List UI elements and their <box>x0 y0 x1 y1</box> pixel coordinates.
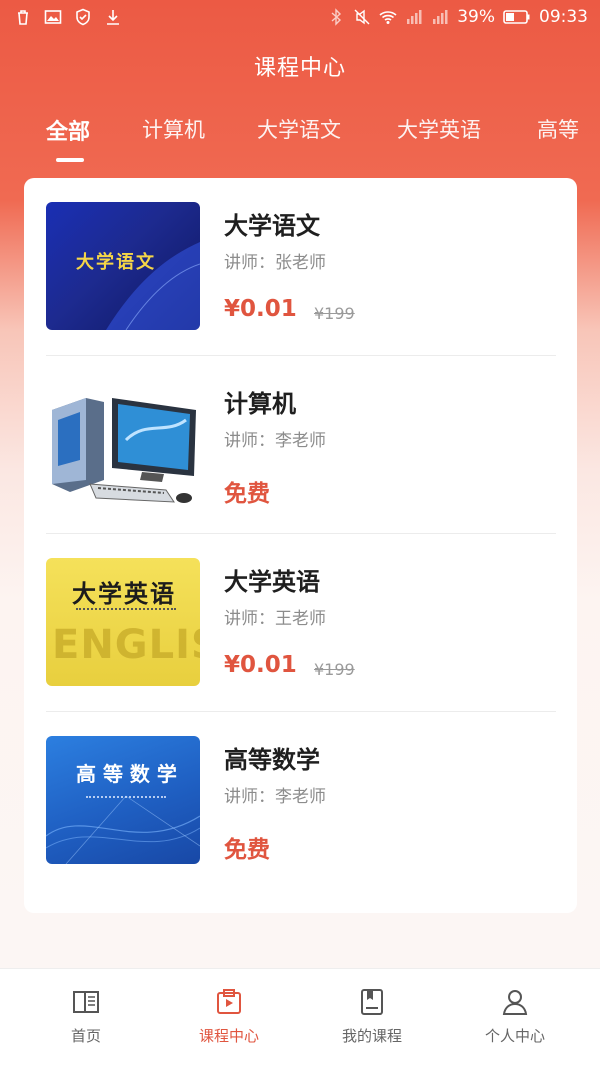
course-title: 高等数学 <box>224 746 320 774</box>
bluetooth-icon <box>327 8 345 26</box>
nav-item-profile[interactable]: 个人中心 <box>465 987 565 1046</box>
tab-advanced-math[interactable]: 高等 <box>537 114 579 144</box>
image-icon <box>44 8 62 26</box>
status-left-icons <box>14 8 122 26</box>
thumb-text: 高 等 数 学 <box>76 762 177 786</box>
signal-icon-2 <box>431 8 449 26</box>
nav-label: 课程中心 <box>198 1027 259 1045</box>
course-teacher: 讲师：李老师 <box>224 787 326 807</box>
trash-icon <box>14 8 32 26</box>
category-tabs: 全部 计算机 大学语文 大学英语 高等 <box>0 114 600 164</box>
signal-icon <box>405 8 423 26</box>
status-bar: 39% 09:33 <box>0 0 600 36</box>
course-price: 免费 <box>224 481 270 507</box>
bottom-nav: 首页 课程中心 我的课程 个人中心 <box>0 968 600 1067</box>
battery-icon <box>503 8 531 26</box>
course-title: 大学语文 <box>224 212 320 240</box>
wifi-icon <box>379 8 397 26</box>
course-item-college-english[interactable]: 大学英语 ENGLISH 大学英语 讲师：王老师 ¥0.01 ¥199 <box>46 534 556 712</box>
battery-percent: 39% <box>457 7 495 27</box>
course-thumbnail: 高 等 数 学 <box>46 736 200 864</box>
nav-item-home[interactable]: 首页 <box>36 987 136 1046</box>
clock-time: 09:33 <box>539 7 588 27</box>
person-icon <box>500 987 530 1017</box>
tab-college-english[interactable]: 大学英语 <box>397 114 481 144</box>
course-teacher: 讲师：张老师 <box>224 253 326 273</box>
thumb-decoration <box>86 796 166 798</box>
thumb-text: 大学语文 <box>76 252 156 273</box>
nav-label: 我的课程 <box>341 1027 402 1045</box>
course-thumbnail <box>46 380 200 508</box>
home-book-icon <box>71 987 101 1017</box>
course-teacher: 讲师：王老师 <box>224 609 326 629</box>
active-tab-indicator <box>56 158 84 162</box>
course-item-advanced-math[interactable]: 高 等 数 学 高等数学 讲师：李老师 免费 <box>46 712 556 890</box>
tab-all[interactable]: 全部 <box>46 114 90 146</box>
thumb-subtext: ENGLISH <box>52 622 200 668</box>
thumb-text: 大学英语 <box>72 579 176 608</box>
course-price: ¥0.01 <box>224 652 297 678</box>
course-price: 免费 <box>224 837 270 863</box>
course-title: 计算机 <box>224 390 296 418</box>
course-thumbnail: 大学语文 <box>46 202 200 330</box>
my-course-book-icon <box>357 987 387 1017</box>
thumb-decoration <box>76 608 176 611</box>
course-thumbnail: 大学英语 ENGLISH <box>46 558 200 686</box>
course-original-price: ¥199 <box>314 660 355 679</box>
page-title: 课程中心 <box>253 56 346 81</box>
course-title: 大学英语 <box>224 568 320 596</box>
course-teacher: 讲师：李老师 <box>224 431 326 451</box>
nav-item-my-courses[interactable]: 我的课程 <box>322 987 422 1046</box>
course-list: 大学语文 大学语文 讲师：张老师 ¥0.01 ¥199 计算机 讲师：李老师 免… <box>24 178 577 913</box>
tab-college-chinese[interactable]: 大学语文 <box>257 114 341 144</box>
tab-computer[interactable]: 计算机 <box>142 114 205 144</box>
mute-icon <box>353 8 371 26</box>
course-item-computer[interactable]: 计算机 讲师：李老师 免费 <box>46 356 556 534</box>
course-original-price: ¥199 <box>314 304 355 323</box>
course-play-icon <box>214 987 244 1017</box>
course-price: ¥0.01 <box>224 296 297 322</box>
download-icon <box>104 8 122 26</box>
status-right-icons: 39% 09:33 <box>327 7 588 27</box>
nav-item-course-center[interactable]: 课程中心 <box>179 987 279 1046</box>
nav-label: 首页 <box>70 1027 101 1045</box>
nav-label: 个人中心 <box>484 1027 545 1045</box>
shield-icon <box>74 8 92 26</box>
course-item-college-chinese[interactable]: 大学语文 大学语文 讲师：张老师 ¥0.01 ¥199 <box>46 178 556 356</box>
